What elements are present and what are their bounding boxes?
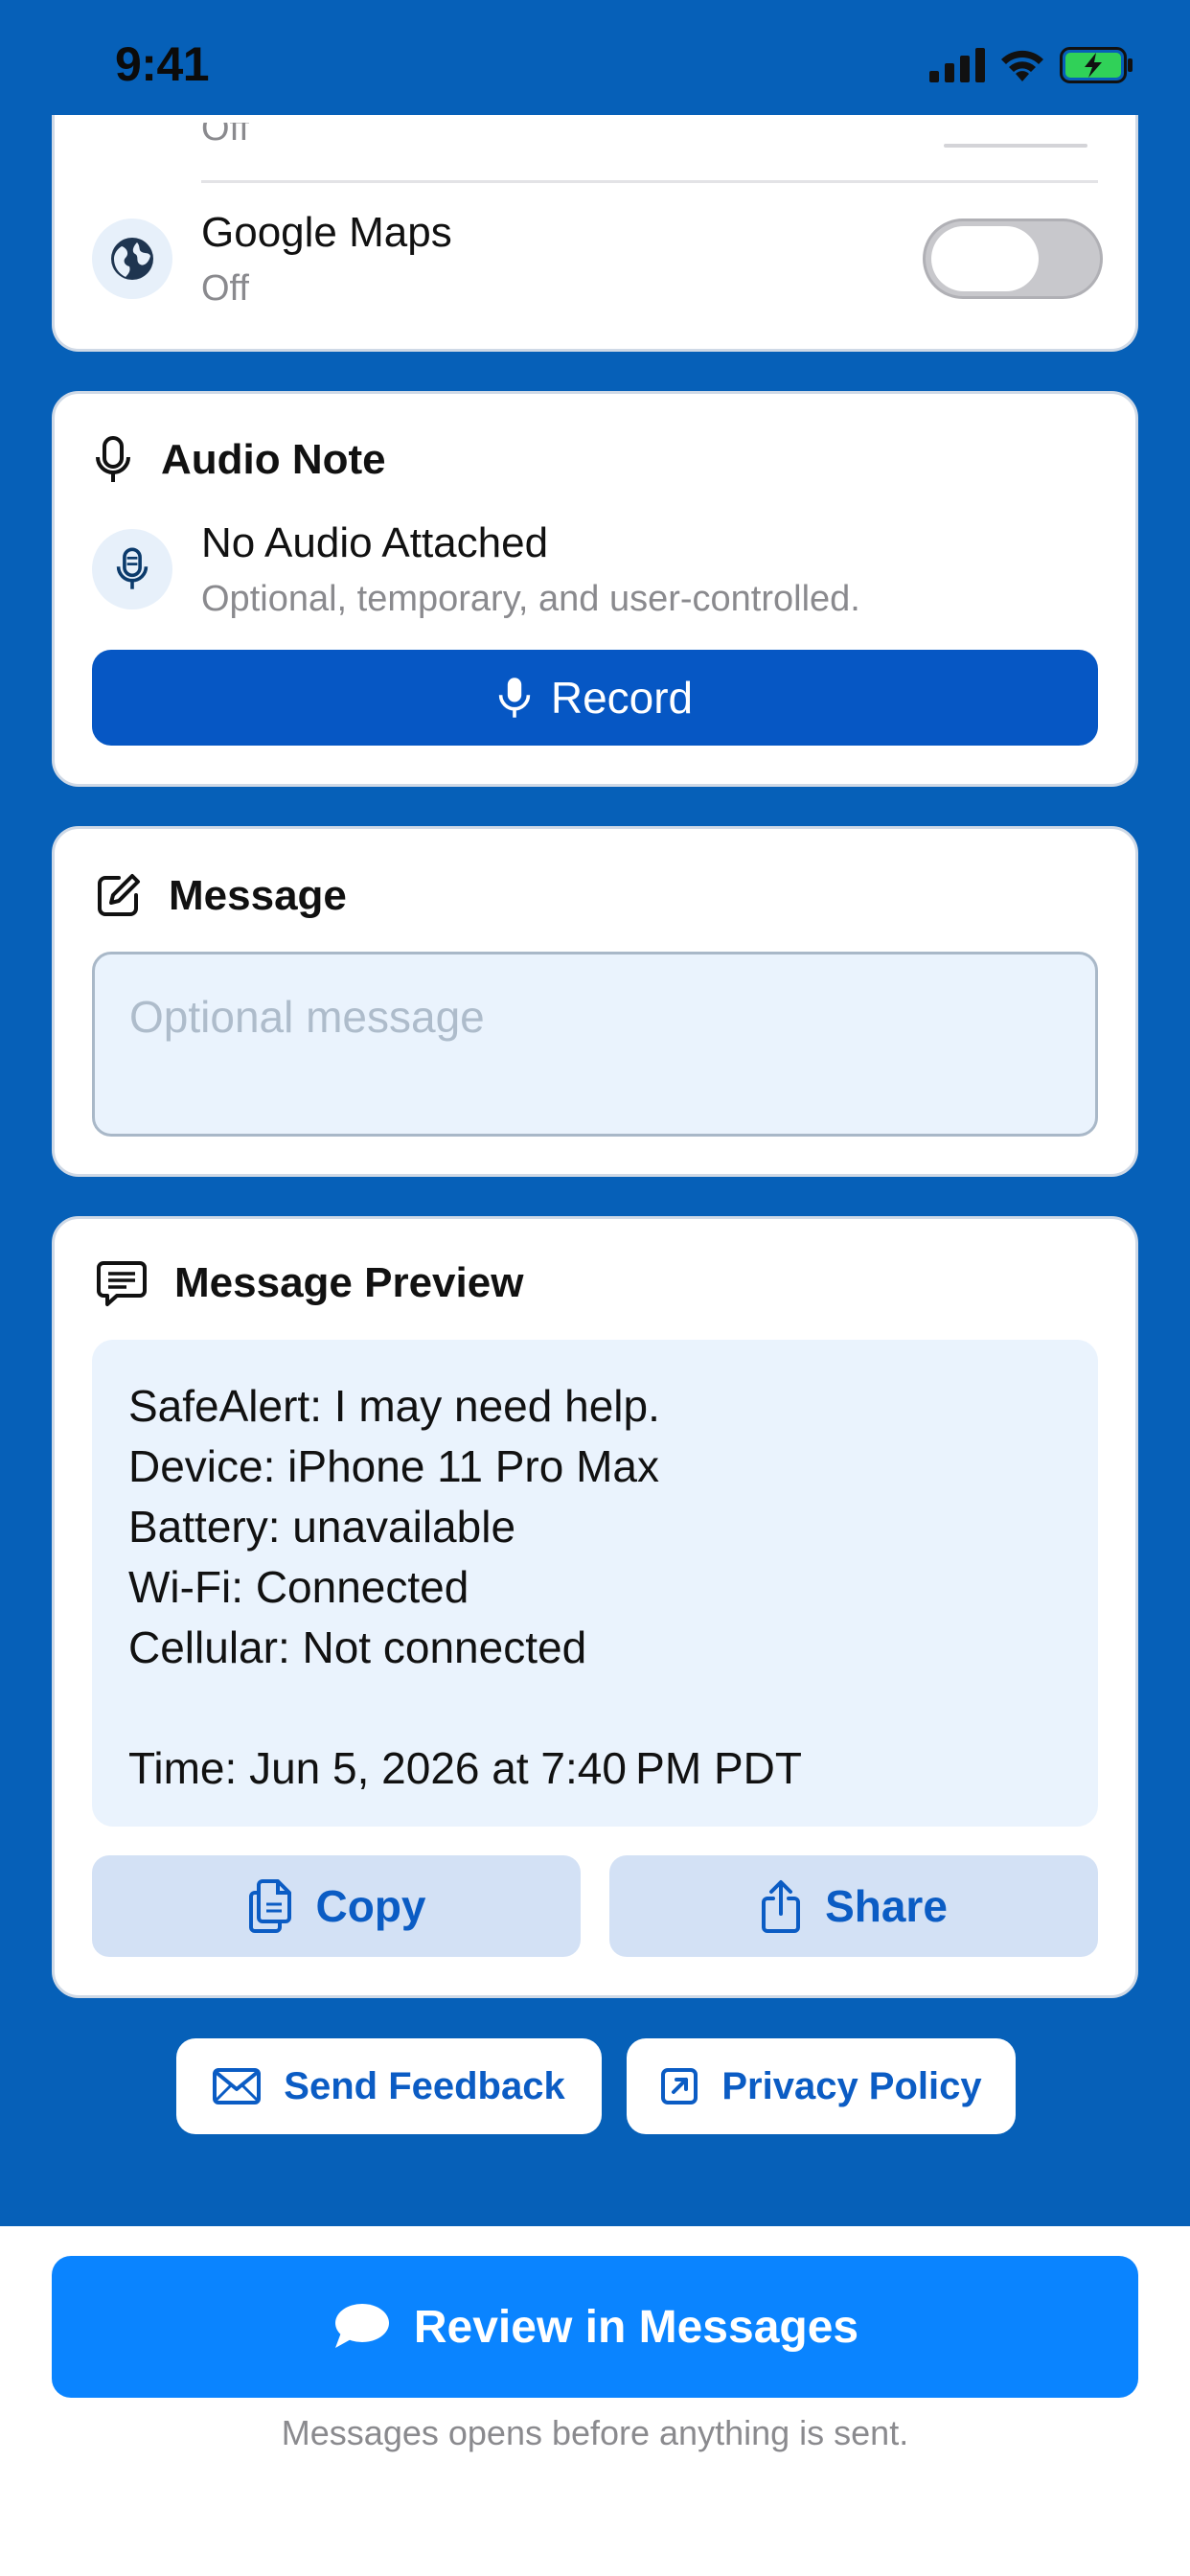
share-label: Share bbox=[825, 1881, 948, 1931]
privacy-policy-link[interactable]: Privacy Policy bbox=[627, 2038, 1016, 2134]
preview-line: SafeAlert: I may need help. bbox=[128, 1381, 660, 1431]
message-title: Message bbox=[169, 872, 347, 919]
chat-bubble-icon bbox=[334, 2304, 389, 2348]
copy-label: Copy bbox=[315, 1881, 426, 1931]
google-maps-state: Off bbox=[201, 268, 249, 309]
microphone-icon bbox=[116, 547, 149, 589]
preview-line: Device: iPhone 11 Pro Max bbox=[128, 1441, 659, 1491]
partial-toggle-edge bbox=[944, 144, 1087, 148]
status-time: 9:41 bbox=[115, 37, 210, 91]
review-in-messages-label: Review in Messages bbox=[413, 2301, 859, 2353]
status-icons bbox=[929, 44, 1134, 86]
external-link-icon bbox=[661, 2068, 698, 2104]
send-feedback-label: Send Feedback bbox=[284, 2064, 565, 2107]
audio-status-icon-badge bbox=[92, 529, 172, 610]
privacy-policy-label: Privacy Policy bbox=[721, 2064, 982, 2107]
message-preview-title: Message Preview bbox=[174, 1259, 524, 1306]
globe-icon bbox=[111, 238, 153, 280]
audio-status-subtitle: Optional, temporary, and user-controlled… bbox=[201, 579, 860, 619]
battery-charging-icon bbox=[1060, 47, 1133, 83]
audio-status-title: No Audio Attached bbox=[201, 519, 549, 566]
message-bubble-icon bbox=[97, 1261, 147, 1306]
preview-line: Cellular: Not connected bbox=[128, 1622, 587, 1672]
compose-icon bbox=[98, 874, 140, 916]
toggle-knob bbox=[931, 226, 1039, 291]
copy-button[interactable]: Copy bbox=[92, 1855, 581, 1957]
message-preview-text: SafeAlert: I may need help. Device: iPho… bbox=[92, 1340, 1098, 1827]
preview-line: Wi-Fi: Connected bbox=[128, 1562, 469, 1612]
microphone-icon bbox=[498, 678, 531, 718]
wifi-icon bbox=[1001, 50, 1043, 81]
google-maps-label: Google Maps bbox=[201, 209, 452, 256]
share-button[interactable]: Share bbox=[609, 1855, 1098, 1957]
send-feedback-button[interactable]: Send Feedback bbox=[176, 2038, 602, 2134]
preview-line: Battery: unavailable bbox=[128, 1502, 516, 1552]
record-button[interactable]: Record bbox=[92, 650, 1098, 746]
record-label: Record bbox=[550, 673, 694, 723]
review-in-messages-button[interactable]: Review in Messages bbox=[52, 2256, 1138, 2398]
partial-row-state: Off bbox=[201, 123, 249, 149]
cellular-signal-icon bbox=[929, 48, 985, 82]
microphone-icon bbox=[96, 436, 130, 482]
envelope-icon bbox=[213, 2068, 262, 2104]
preview-line: Time: Jun 5, 2026 at 7:40 PM PDT bbox=[128, 1743, 802, 1793]
message-input[interactable]: Optional message bbox=[92, 952, 1098, 1137]
copy-icon bbox=[248, 1879, 291, 1933]
google-maps-icon-badge bbox=[92, 218, 172, 299]
audio-note-title: Audio Note bbox=[161, 436, 386, 483]
google-maps-toggle[interactable] bbox=[923, 218, 1103, 299]
send-footnote: Messages opens before anything is sent. bbox=[281, 2413, 909, 2452]
share-icon bbox=[762, 1880, 801, 1933]
preview-line bbox=[128, 1678, 1062, 1738]
row-divider bbox=[201, 180, 1098, 183]
